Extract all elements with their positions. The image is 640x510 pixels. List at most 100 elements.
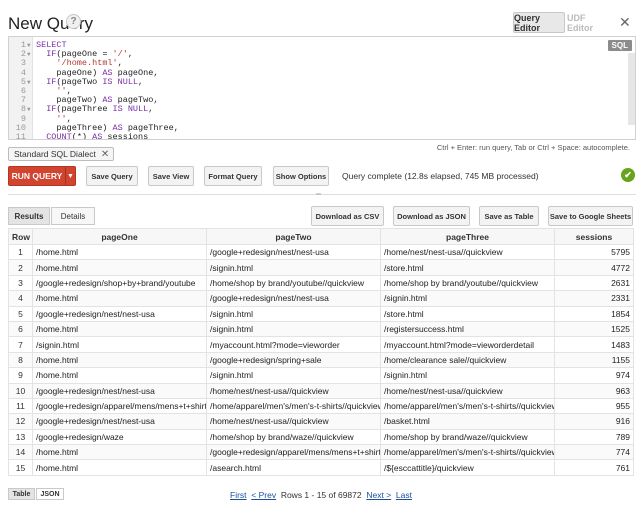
table-row: 11/google+redesign/apparel/mens/mens+t+s…	[8, 397, 634, 415]
cell-pageone: /home.html	[32, 290, 207, 307]
cell-row-number: 5	[8, 305, 33, 322]
table-row: 4/home.html/google+redesign/nest/nest-us…	[8, 290, 634, 307]
column-header-sessions[interactable]: sessions	[554, 228, 634, 245]
cell-sessions: 2331	[554, 290, 634, 307]
cell-row-number: 6	[8, 320, 33, 338]
cell-sessions: 963	[554, 382, 634, 399]
save-as-table-button[interactable]: Save as Table	[479, 206, 539, 226]
show-options-button[interactable]: Show Options	[273, 166, 329, 186]
cell-row-number: 10	[8, 382, 33, 399]
view-tab-table[interactable]: Table	[8, 488, 35, 500]
prev-page-link[interactable]: < Prev	[251, 490, 276, 500]
save-view-button[interactable]: Save View	[148, 166, 194, 186]
cell-pageone: /home.html	[32, 243, 207, 261]
query-status: Query complete (12.8s elapsed, 745 MB pr…	[342, 171, 539, 181]
cell-sessions: 4772	[554, 259, 634, 276]
cell-pageone: /google+redesign/nest/nest-usa	[32, 305, 207, 322]
cell-row-number: 3	[8, 274, 33, 292]
close-icon[interactable]: ✕	[619, 14, 631, 31]
cell-sessions: 774	[554, 444, 634, 461]
column-header-pageone[interactable]: pageOne	[32, 228, 207, 245]
format-query-button[interactable]: Format Query	[204, 166, 262, 186]
cell-sessions: 761	[554, 459, 634, 476]
section-divider	[8, 194, 636, 195]
cell-pagethree: /home/apparel/men's/men's-t-shirts//quic…	[380, 444, 555, 461]
download-json-button[interactable]: Download as JSON	[393, 206, 470, 226]
cell-pagetwo: /asearch.html	[206, 459, 381, 476]
cell-pageone: /google+redesign/nest/nest-usa	[32, 382, 207, 399]
fold-arrow-icon[interactable]: ▼	[27, 77, 31, 88]
cell-row-number: 2	[8, 259, 33, 276]
cell-pagethree: /basket.html	[380, 413, 555, 430]
cell-pagethree: /home/shop by brand/waze//quickview	[380, 428, 555, 446]
cell-pagethree: /signin.html	[380, 290, 555, 307]
cell-pageone: /home.html	[32, 444, 207, 461]
save-to-sheets-button[interactable]: Save to Google Sheets	[548, 206, 633, 226]
cell-pagethree: /home/nest/nest-usa//quickview	[380, 382, 555, 399]
column-header-pagetwo[interactable]: pageTwo	[206, 228, 381, 245]
run-options-dropdown-icon[interactable]: ▼	[66, 173, 75, 180]
sql-dialect-chip: Standard SQL Dialect ✕	[8, 147, 115, 161]
table-row: 15/home.html/asearch.html/${esccattitle}…	[8, 459, 634, 476]
cell-sessions: 5795	[554, 243, 634, 261]
cell-pagetwo: /signin.html	[206, 367, 381, 384]
cell-pagetwo: /home/shop by brand/youtube//quickview	[206, 274, 381, 292]
run-query-button[interactable]: RUN QUERY ▼	[8, 166, 76, 186]
next-page-link[interactable]: Next >	[366, 490, 391, 500]
cell-sessions: 1155	[554, 351, 634, 369]
help-icon[interactable]: ?	[66, 14, 81, 29]
dialect-label: Standard SQL Dialect	[14, 149, 96, 159]
first-page-link[interactable]: First	[230, 490, 247, 500]
cell-row-number: 11	[8, 397, 33, 415]
cell-pagethree: /store.html	[380, 259, 555, 276]
table-row: 14/home.html/google+redesign/apparel/men…	[8, 444, 634, 461]
cell-sessions: 2631	[554, 274, 634, 292]
column-header-row[interactable]: Row	[8, 228, 33, 245]
tab-details[interactable]: Details	[51, 207, 95, 225]
view-tab-json[interactable]: JSON	[36, 488, 64, 500]
resize-handle-icon[interactable]: ═	[316, 191, 322, 198]
remove-dialect-icon[interactable]: ✕	[101, 149, 109, 160]
cell-pageone: /google+redesign/apparel/mens/mens+t+shi…	[32, 397, 207, 415]
tab-results[interactable]: Results	[8, 207, 50, 225]
cell-pagetwo: /home/nest/nest-usa//quickview	[206, 413, 381, 430]
cell-pagethree: /registersuccess.html	[380, 320, 555, 338]
editor-scrollbar[interactable]	[628, 53, 635, 125]
fold-arrow-icon[interactable]: ▼	[27, 104, 31, 115]
cell-sessions: 1483	[554, 336, 634, 353]
sql-editor[interactable]: 1 ▼ SELECT 2 ▼ IF(pageOne = '/', 3 '/home.htm…	[8, 36, 636, 140]
table-row: 1/home.html/google+redesign/nest/nest-us…	[8, 243, 634, 261]
cell-row-number: 15	[8, 459, 33, 476]
line-number: 11	[15, 132, 26, 140]
cell-pagetwo: /signin.html	[206, 259, 381, 276]
cell-row-number: 14	[8, 444, 33, 461]
table-row: 6/home.html/signin.html/registersuccess.…	[8, 320, 634, 338]
cell-row-number: 13	[8, 428, 33, 446]
rows-info: Rows 1 - 15 of 69872	[280, 490, 362, 500]
table-row: 9/home.html/signin.html/signin.html 974	[8, 367, 634, 384]
column-header-pagethree[interactable]: pageThree	[380, 228, 555, 245]
cell-pageone: /google+redesign/shop+by+brand/youtube	[32, 274, 207, 292]
cell-pagethree: /home/nest/nest-usa//quickview	[380, 243, 555, 261]
cell-pageone: /signin.html	[32, 336, 207, 353]
table-row: 10/google+redesign/nest/nest-usa/home/ne…	[8, 382, 634, 399]
cell-pagethree: /myaccount.html?mode=vieworderdetail	[380, 336, 555, 353]
fold-arrow-icon[interactable]: ▼	[27, 49, 31, 60]
table-row: 12/google+redesign/nest/nest-usa/home/ne…	[8, 413, 634, 430]
cell-pageone: /home.html	[32, 351, 207, 369]
table-row: 3/google+redesign/shop+by+brand/youtube /…	[8, 274, 634, 292]
last-page-link[interactable]: Last	[396, 490, 412, 500]
cell-pagetwo: /google+redesign/spring+sale	[206, 351, 381, 369]
cell-pageone: /home.html	[32, 459, 207, 476]
cell-pagethree: /store.html	[380, 305, 555, 322]
cell-row-number: 7	[8, 336, 33, 353]
cell-pagetwo: /google+redesign/nest/nest-usa	[206, 243, 381, 261]
save-query-button[interactable]: Save Query	[86, 166, 138, 186]
download-csv-button[interactable]: Download as CSV	[311, 206, 384, 226]
cell-pagetwo: /myaccount.html?mode=vieworder	[206, 336, 381, 353]
sql-mode-badge: SQL	[607, 40, 632, 51]
cell-pageone: /home.html	[32, 367, 207, 384]
table-row: 8/home.html/google+redesign/spring+sale /…	[8, 351, 634, 369]
tab-query-editor[interactable]: Query Editor	[513, 12, 565, 33]
tab-udf-editor[interactable]: UDF Editor	[566, 12, 612, 33]
